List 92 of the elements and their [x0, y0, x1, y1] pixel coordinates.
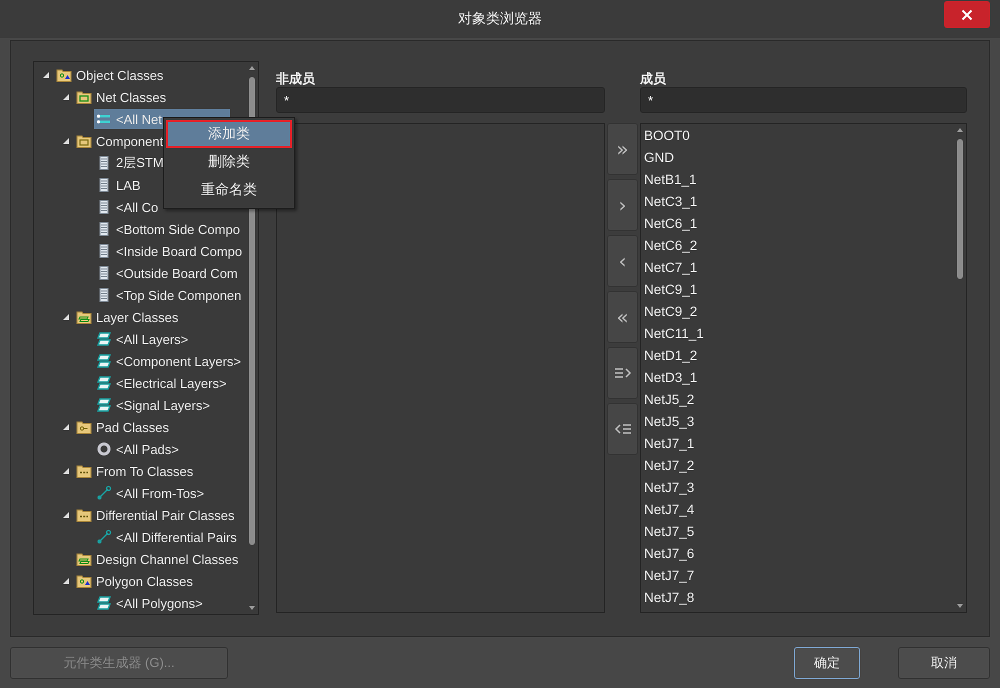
close-button[interactable] [944, 1, 990, 28]
list-item[interactable]: NetJ7_8 [641, 587, 694, 609]
tree-item[interactable]: Object Classes [54, 65, 166, 85]
move-button[interactable] [607, 403, 638, 455]
list-item[interactable]: NetC7_1 [641, 257, 698, 279]
expand-icon[interactable] [42, 71, 50, 79]
tree-item[interactable]: <Outside Board Com [94, 263, 240, 283]
expand-icon[interactable] [62, 93, 70, 101]
folder-icon [76, 551, 92, 567]
menu-item[interactable]: 重命名类 [166, 176, 292, 204]
tree-item[interactable]: <All Polygons> [94, 593, 205, 613]
connection-icon [96, 485, 112, 501]
list-item[interactable]: NetJ7_7 [641, 565, 694, 587]
move-button[interactable]: ‹ [607, 235, 638, 287]
expand-icon[interactable] [62, 511, 70, 519]
list-item[interactable]: NetJ7_2 [641, 455, 694, 477]
tree-item[interactable]: <Electrical Layers> [94, 373, 229, 393]
move-list-right-icon [614, 367, 632, 379]
section-label: 成员 [640, 70, 667, 87]
tree-item[interactable]: <All From-Tos> [94, 483, 206, 503]
folder-icon [76, 309, 92, 325]
list-item[interactable]: NetC6_1 [641, 213, 698, 235]
tree-item[interactable]: Layer Classes [74, 307, 180, 327]
list-item[interactable]: NetB1_1 [641, 169, 697, 191]
tree-item[interactable]: 2层STM [94, 153, 166, 173]
tree-item[interactable]: Design Channel Classes [74, 549, 240, 569]
list-item[interactable]: NetJ7_4 [641, 499, 694, 521]
filter-field[interactable]: * [640, 87, 967, 113]
list-item[interactable]: NetJ5_3 [641, 411, 694, 433]
expand-icon[interactable] [62, 137, 70, 145]
folder-icon [76, 463, 92, 479]
menu-item[interactable]: 删除类 [166, 148, 292, 176]
layers-icon [96, 375, 112, 391]
tree-item[interactable]: <Inside Board Compo [94, 241, 244, 261]
tree-item[interactable]: <All Pads> [94, 439, 181, 459]
tree-item[interactable]: Polygon Classes [74, 571, 195, 591]
move-button[interactable]: › [607, 179, 638, 231]
tree-item[interactable]: <Component Layers> [94, 351, 244, 371]
list-item[interactable]: NetJ5_2 [641, 389, 694, 411]
move-button[interactable]: « [607, 291, 638, 343]
list-item[interactable]: NetC6_2 [641, 235, 698, 257]
layers-icon [96, 353, 112, 369]
list-item[interactable]: NetJ7_3 [641, 477, 694, 499]
move-button[interactable]: » [607, 123, 638, 175]
list-item[interactable]: NetC9_1 [641, 279, 698, 301]
tree-item[interactable]: <Signal Layers> [94, 395, 212, 415]
window-title: 对象类浏览器 [458, 10, 542, 28]
filter-field[interactable]: * [276, 87, 605, 113]
ok-button[interactable]: 确定 [794, 646, 860, 678]
list-item[interactable]: BOOT0 [641, 125, 690, 147]
close-icon [961, 8, 973, 20]
menu-item[interactable]: 添加类 [166, 120, 292, 148]
expand-icon[interactable] [62, 467, 70, 475]
folder-icon [76, 507, 92, 523]
cancel-button[interactable]: 取消 [898, 646, 990, 678]
tree-item[interactable]: Component [74, 131, 166, 151]
list-item[interactable]: NetC11_1 [641, 323, 704, 345]
tree-item[interactable]: <All Differential Pairs [94, 527, 239, 547]
section-label: 非成员 [276, 70, 316, 87]
tree-item[interactable]: Differential Pair Classes [74, 505, 236, 525]
layers-icon [96, 595, 112, 611]
tree-item[interactable]: From To Classes [74, 461, 196, 481]
tree-item[interactable]: <All Layers> [94, 329, 190, 349]
list-item[interactable]: NetC3_1 [641, 191, 698, 213]
expand-icon[interactable] [62, 423, 70, 431]
list-item[interactable]: GND [641, 147, 674, 169]
list-item[interactable]: NetJ7_6 [641, 543, 694, 565]
folder-icon [56, 67, 72, 83]
tree-item[interactable]: <Bottom Side Compo [94, 219, 242, 239]
list-item[interactable]: NetJ7_1 [641, 433, 694, 455]
tree-item[interactable]: <Top Side Componen [94, 285, 244, 305]
list-item[interactable]: NetD3_1 [641, 367, 698, 389]
list-item[interactable]: NetJ7_5 [641, 521, 694, 543]
tree-item[interactable]: <All Co [94, 197, 160, 217]
move-button[interactable] [607, 347, 638, 399]
expand-icon[interactable] [62, 313, 70, 321]
list-item[interactable]: NetC9_2 [641, 301, 698, 323]
connection-icon [96, 529, 112, 545]
tree-item[interactable]: LAB [94, 175, 143, 195]
layers-icon [96, 397, 112, 413]
pad-icon [96, 441, 112, 457]
tree-item[interactable]: Pad Classes [74, 417, 171, 437]
folder-icon [76, 419, 92, 435]
tree-item[interactable]: Net Classes [74, 87, 168, 107]
move-list-left-icon [614, 423, 632, 435]
scrollbar[interactable] [956, 126, 964, 610]
folder-icon [76, 89, 92, 105]
folder-icon [76, 573, 92, 589]
list-item[interactable]: NetD1_2 [641, 345, 698, 367]
folder-icon [76, 133, 92, 149]
layers-icon [96, 331, 112, 347]
expand-icon[interactable] [62, 577, 70, 585]
